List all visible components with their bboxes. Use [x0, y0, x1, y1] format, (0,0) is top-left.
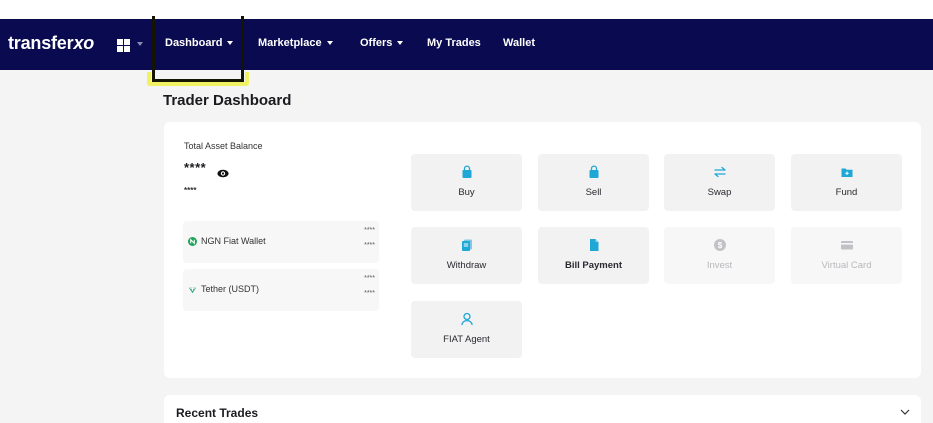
- nav-marketplace[interactable]: Marketplace: [258, 37, 333, 49]
- wallet-value: ****: [364, 227, 375, 234]
- swap-button[interactable]: Swap: [664, 154, 775, 211]
- top-strip: [0, 0, 933, 19]
- page-title: Trader Dashboard: [163, 92, 292, 109]
- grid-icon: [117, 39, 123, 45]
- top-navbar: transferxo Dashboard Marketplace Offers …: [0, 19, 933, 70]
- action-label: Swap: [707, 187, 732, 198]
- naira-icon: [188, 237, 197, 246]
- shopping-bag-icon: [589, 165, 598, 178]
- highlight-box: [152, 16, 244, 82]
- shopping-bag-icon: [462, 165, 471, 178]
- wallet-value: ****: [364, 242, 375, 249]
- dollar-coin-icon: $: [713, 239, 726, 251]
- invest-button[interactable]: $ Invest: [664, 227, 775, 284]
- action-label: Invest: [706, 260, 733, 271]
- document-stack-icon: [461, 239, 472, 251]
- wallet-name: NGN Fiat Wallet: [201, 236, 266, 246]
- chevron-down-icon: [326, 41, 333, 46]
- chevron-down-icon[interactable]: [900, 408, 910, 416]
- nav-wallet[interactable]: Wallet: [503, 37, 535, 49]
- folder-plus-icon: [841, 168, 852, 177]
- eye-icon[interactable]: [217, 169, 229, 178]
- credit-card-icon: [840, 241, 853, 250]
- tether-icon: [188, 287, 197, 294]
- bill-payment-button[interactable]: Bill Payment: [538, 227, 649, 284]
- action-label: Bill Payment: [564, 260, 623, 271]
- person-icon: [460, 312, 473, 326]
- buy-button[interactable]: Buy: [411, 154, 522, 211]
- recent-trades-title: Recent Trades: [176, 406, 259, 420]
- chevron-down-icon: [137, 42, 143, 46]
- action-label: Virtual Card: [821, 260, 872, 271]
- document-icon: [589, 239, 598, 251]
- apps-grid-button[interactable]: [117, 37, 145, 53]
- action-label: Withdraw: [446, 260, 487, 271]
- wallet-value: ****: [364, 275, 375, 282]
- nav-offers[interactable]: Offers: [360, 37, 404, 49]
- action-label: Buy: [458, 187, 475, 198]
- wallet-row-usdt[interactable]: Tether (USDT) **** ****: [183, 269, 379, 311]
- total-balance-label: Total Asset Balance: [184, 141, 263, 151]
- action-label: Sell: [585, 187, 602, 198]
- recent-trades-panel[interactable]: Recent Trades: [164, 395, 921, 423]
- nav-my-trades[interactable]: My Trades: [427, 37, 481, 49]
- brand-logo[interactable]: transferxo: [8, 33, 94, 54]
- fiat-agent-button[interactable]: FIAT Agent: [411, 301, 522, 358]
- fund-button[interactable]: Fund: [791, 154, 902, 211]
- svg-text:$: $: [717, 241, 722, 250]
- sell-button[interactable]: Sell: [538, 154, 649, 211]
- withdraw-button[interactable]: Withdraw: [411, 227, 522, 284]
- action-label: Fund: [835, 187, 858, 198]
- chevron-down-icon: [397, 41, 404, 46]
- dashboard-card: Total Asset Balance **** **** NGN Fiat W…: [164, 122, 921, 378]
- swap-arrows-icon: [713, 166, 726, 178]
- wallet-row-ngn[interactable]: NGN Fiat Wallet **** ****: [183, 221, 379, 263]
- wallet-value: ****: [364, 290, 375, 297]
- wallet-name: Tether (USDT): [201, 284, 260, 294]
- action-label: FIAT Agent: [443, 334, 490, 345]
- balance-secondary: ****: [184, 186, 197, 195]
- balance-primary: ****: [184, 160, 207, 175]
- virtual-card-button[interactable]: Virtual Card: [791, 227, 902, 284]
